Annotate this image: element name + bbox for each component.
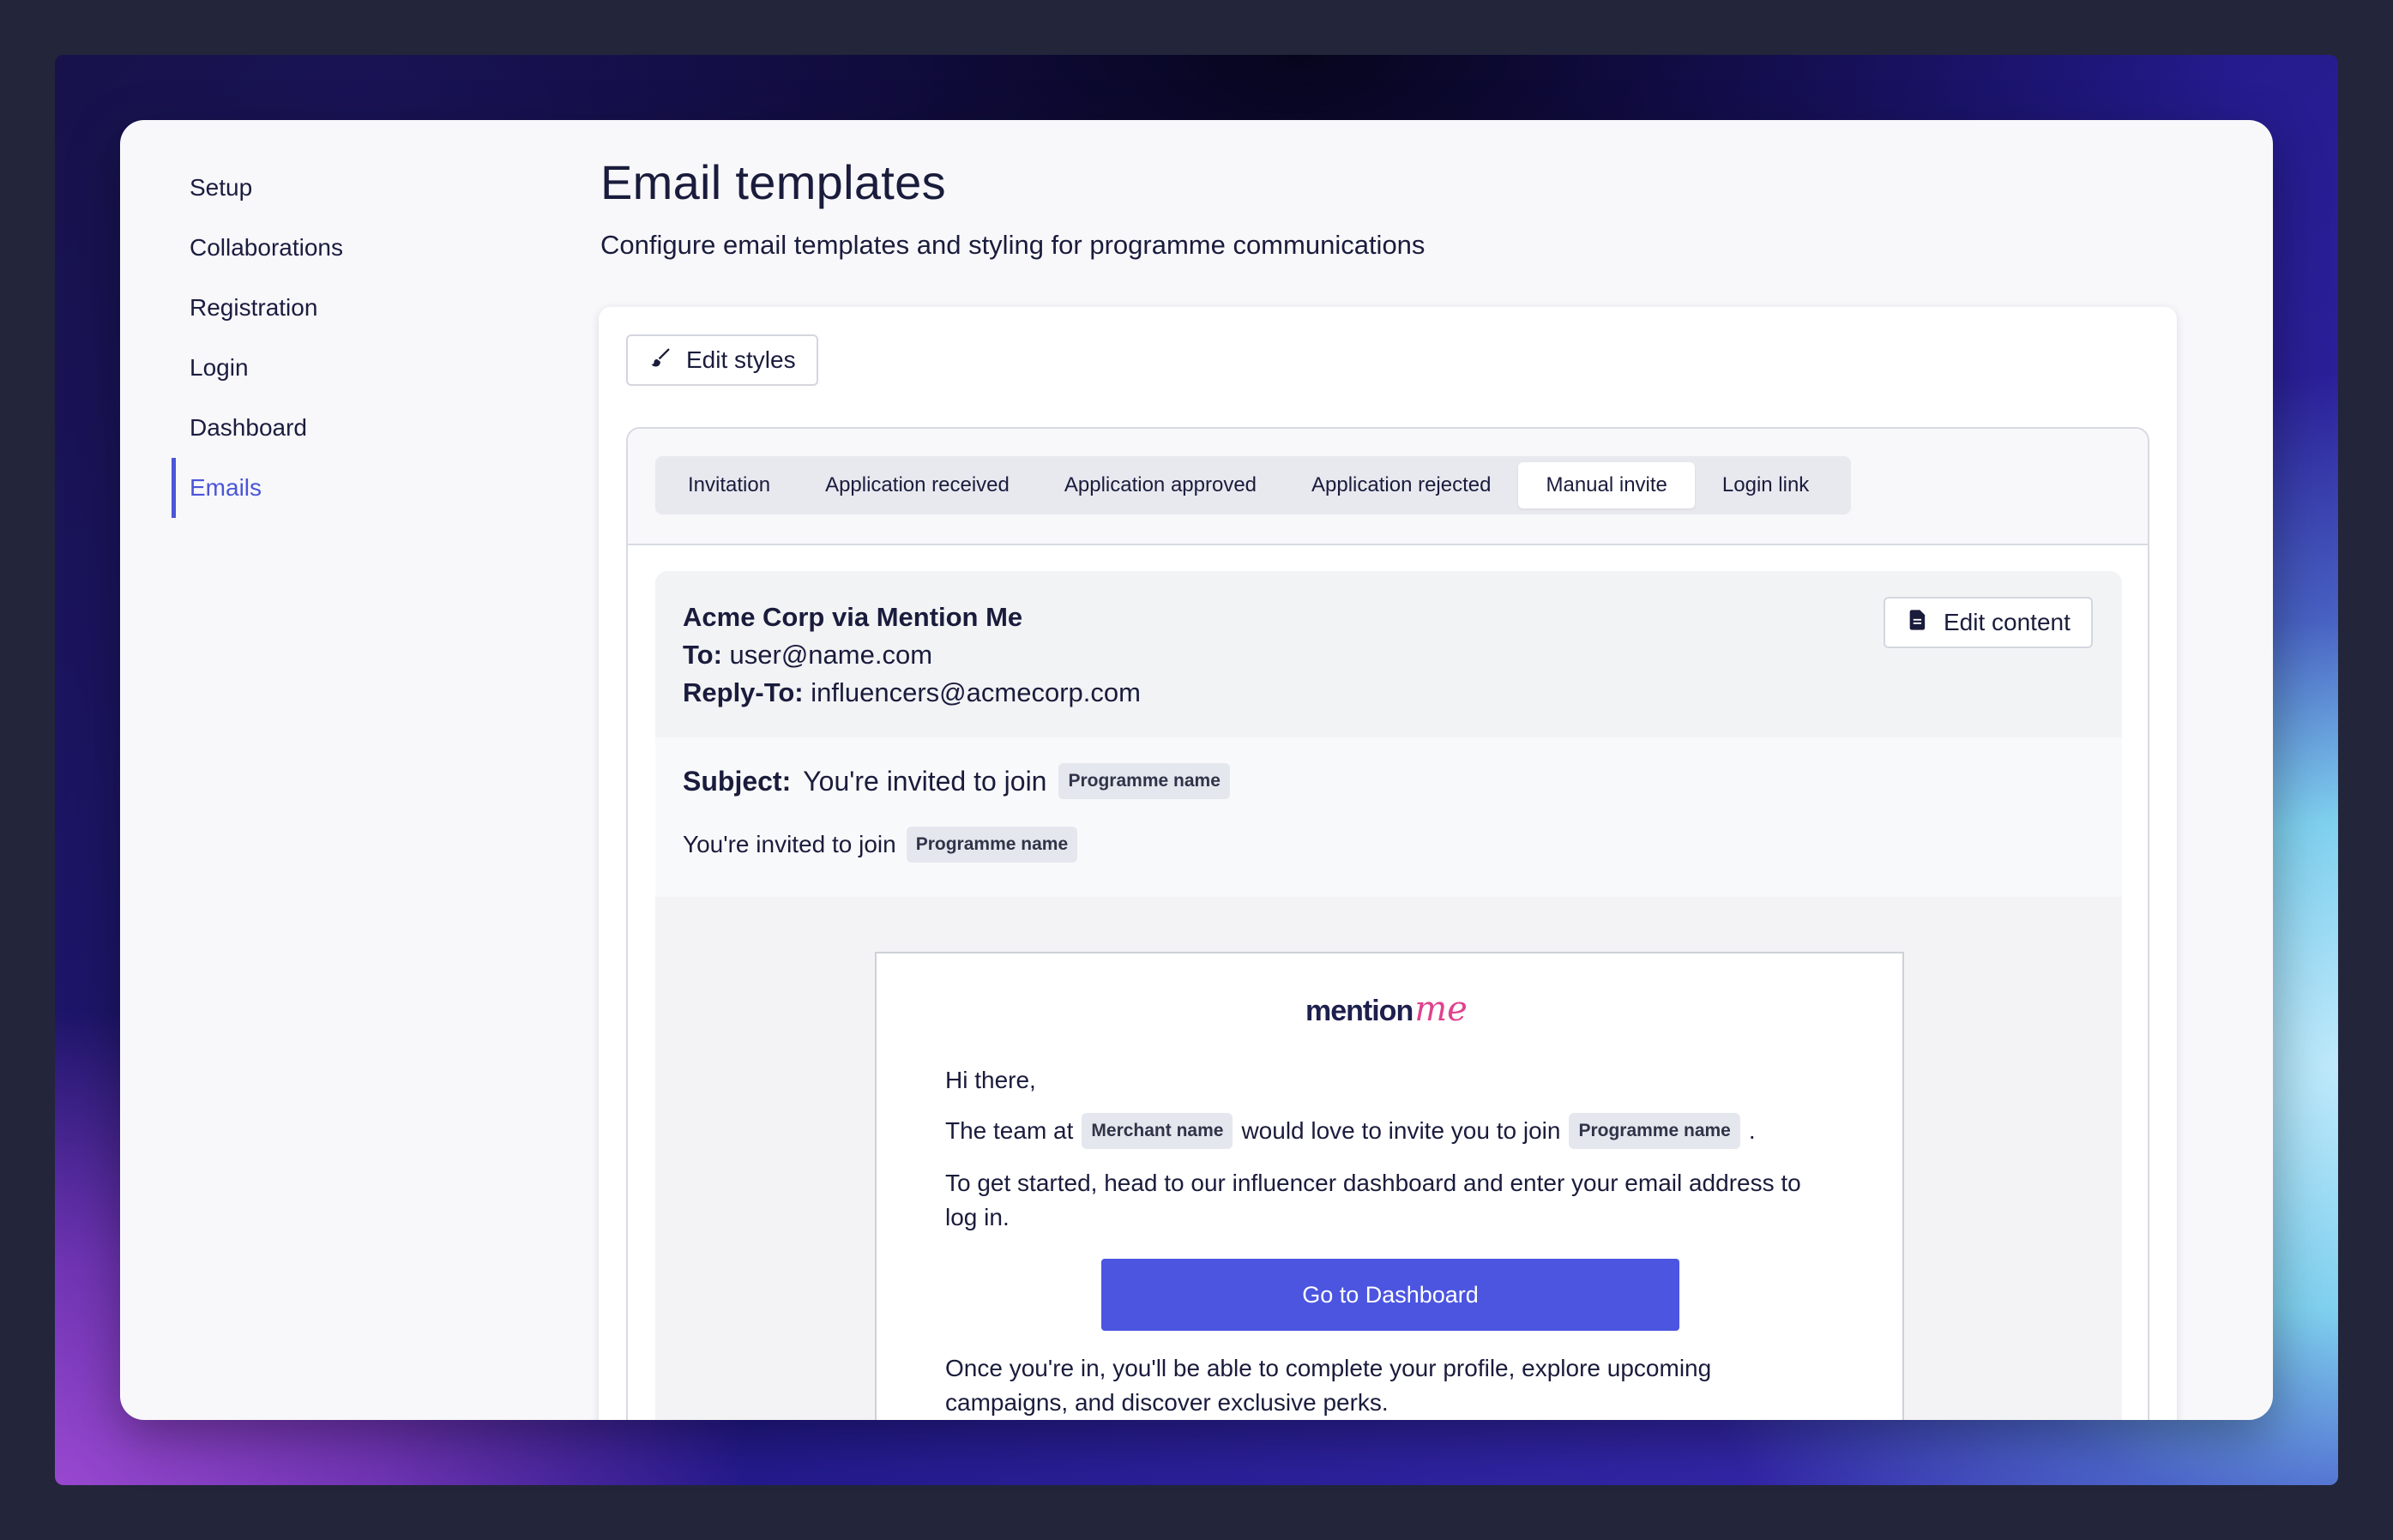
email-outro: Once you're in, you'll be able to comple… <box>945 1355 1712 1416</box>
sidebar-item-label: Emails <box>190 474 262 501</box>
email-invite-line: The team at Merchant name would love to … <box>945 1113 1837 1149</box>
app-window: Setup Collaborations Registration Login … <box>120 120 2273 1420</box>
sidebar-item-setup[interactable]: Setup <box>172 158 252 218</box>
sidebar-item-label: Login <box>190 354 249 381</box>
programme-name-chip: Programme name <box>1569 1113 1740 1149</box>
tab-application-rejected[interactable]: Application rejected <box>1284 462 1518 508</box>
edit-content-button[interactable]: Edit content <box>1884 597 2093 648</box>
sidebar-item-emails[interactable]: Emails <box>172 458 262 518</box>
edit-styles-button[interactable]: Edit styles <box>626 334 818 386</box>
email-instructions: To get started, head to our influencer d… <box>945 1170 1801 1230</box>
sidebar-item-label: Dashboard <box>190 414 307 441</box>
email-greeting: Hi there, <box>945 1067 1036 1093</box>
preheader-line: You're invited to join Programme name <box>683 827 1078 863</box>
sidebar: Setup Collaborations Registration Login … <box>120 120 566 1420</box>
template-panel: Invitation Application received Applicat… <box>626 427 2149 1420</box>
sidebar-item-login[interactable]: Login <box>172 338 249 398</box>
email-body-preview-area: mention me Hi there, The team at Merchant… <box>655 897 2122 1420</box>
email-to: To: user@name.com <box>683 640 933 670</box>
sidebar-item-dashboard[interactable]: Dashboard <box>172 398 307 458</box>
preheader-text: You're invited to join <box>683 831 896 857</box>
programme-name-chip: Programme name <box>1058 763 1230 799</box>
email-from: Acme Corp via Mention Me <box>683 602 1023 632</box>
page-subtitle: Configure email templates and styling fo… <box>600 230 1426 260</box>
sidebar-item-collaborations[interactable]: Collaborations <box>172 218 343 278</box>
tab-application-received[interactable]: Application received <box>798 462 1037 508</box>
sidebar-item-label: Collaborations <box>190 234 343 261</box>
email-templates-card: Edit styles Invitation Application recei… <box>599 307 2177 1420</box>
email-reply-to: Reply-To: influencers@acmecorp.com <box>683 677 1141 707</box>
email-header: Acme Corp via Mention Me To: user@name.c… <box>655 571 2122 737</box>
email-body: mention me Hi there, The team at Merchant… <box>875 952 1904 1420</box>
subject-label: Subject: <box>683 765 792 797</box>
document-icon <box>1906 608 1930 638</box>
edit-content-label: Edit content <box>1944 609 2071 635</box>
tab-login-link[interactable]: Login link <box>1695 462 1836 508</box>
tab-application-approved[interactable]: Application approved <box>1037 462 1284 508</box>
sidebar-item-label: Setup <box>190 174 253 201</box>
sidebar-item-registration[interactable]: Registration <box>172 278 317 338</box>
email-preview: Acme Corp via Mention Me To: user@name.c… <box>655 571 2122 1420</box>
tabs-area: Invitation Application received Applicat… <box>628 429 2148 545</box>
subject-line: Subject: You're invited to join Programm… <box>683 763 1230 799</box>
tab-invitation[interactable]: Invitation <box>660 462 798 508</box>
template-tabs: Invitation Application received Applicat… <box>655 456 1851 514</box>
paintbrush-icon <box>648 346 672 376</box>
page-title: Email templates <box>600 155 946 209</box>
subject-text: You're invited to join <box>803 765 1047 797</box>
sidebar-item-label: Registration <box>190 294 318 321</box>
tab-manual-invite[interactable]: Manual invite <box>1518 462 1695 508</box>
merchant-name-chip: Merchant name <box>1082 1113 1233 1149</box>
programme-name-chip: Programme name <box>906 827 1078 863</box>
subject-area: Subject: You're invited to join Programm… <box>655 737 2122 897</box>
mention-me-logo: mention me <box>1305 990 1468 1029</box>
edit-styles-label: Edit styles <box>686 346 796 373</box>
go-to-dashboard-button[interactable]: Go to Dashboard <box>1101 1259 1679 1331</box>
